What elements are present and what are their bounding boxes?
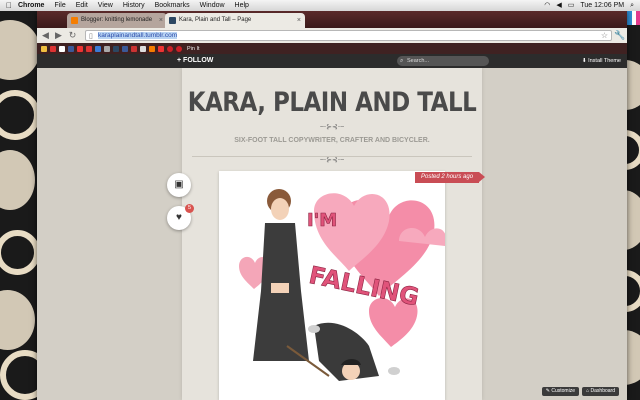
woman-face xyxy=(271,198,289,220)
reload-icon[interactable]: ↻ xyxy=(67,30,78,41)
download-icon: ⬇ xyxy=(581,58,587,64)
follow-label: FOLLOW xyxy=(183,57,214,64)
post-illustration[interactable]: I'M FALLING xyxy=(219,171,445,400)
pinterest-icon[interactable] xyxy=(167,45,173,52)
wifi-icon[interactable]: ◠ xyxy=(544,0,550,11)
menu-view[interactable]: View xyxy=(98,0,113,11)
tab-label: Blogger: knitting lemonade xyxy=(81,17,153,23)
wrench-menu-icon[interactable]: 🔧 xyxy=(614,30,625,41)
woman-hands xyxy=(271,283,289,293)
wallpaper-flower xyxy=(0,150,35,210)
address-url[interactable]: karaplainandtall.tumblr.com xyxy=(98,32,178,39)
volume-icon[interactable]: ◀ xyxy=(556,0,561,11)
photo-post-type-button[interactable]: ▣ xyxy=(167,173,191,197)
bookmark-icon[interactable] xyxy=(68,45,74,52)
bookmark-icon[interactable] xyxy=(131,45,137,52)
customize-button[interactable]: ✎ Customize xyxy=(541,387,579,396)
menu-clock[interactable]: Tue 12:06 PM xyxy=(580,0,624,11)
tumblr-search-input[interactable]: ⌕ Search... xyxy=(397,56,489,66)
blog-title[interactable]: KARA, PLAIN AND TALL xyxy=(182,88,482,118)
bookmark-icon[interactable] xyxy=(59,45,65,52)
dashboard-label: Dashboard xyxy=(590,388,615,394)
search-placeholder: Search... xyxy=(407,58,430,64)
home-icon: ⌂ xyxy=(586,388,590,394)
image-icon: ▣ xyxy=(174,179,184,190)
tumblr-controls-bar: + FOLLOW ⌕ Search... ⬇ Install Theme xyxy=(37,54,627,68)
browser-toolbar: ◀ ▶ ↻ ▯ karaplainandtall.tumblr.com ☆ 🔧 xyxy=(37,28,627,43)
blogger-favicon-icon xyxy=(71,17,78,24)
bookmark-icon[interactable] xyxy=(86,45,92,52)
wrench-icon: ✎ xyxy=(545,388,550,394)
bookmark-icon[interactable] xyxy=(104,45,110,52)
bookmark-icon[interactable] xyxy=(113,45,119,52)
customize-label: Customize xyxy=(551,388,575,394)
notes-count-badge: 5 xyxy=(185,204,194,213)
back-icon[interactable]: ◀ xyxy=(40,30,51,41)
bookmark-icon[interactable] xyxy=(50,45,56,52)
bookmark-icon[interactable] xyxy=(77,45,83,52)
divider-ornament-icon: ~⋅⊱⊰⋅~ xyxy=(319,157,345,164)
spotlight-icon[interactable]: ⌕ xyxy=(630,0,634,11)
wallpaper-flower xyxy=(0,290,35,350)
post-card: I'M FALLING xyxy=(219,171,445,400)
close-tab-icon[interactable]: × xyxy=(297,13,301,28)
menu-help[interactable]: Help xyxy=(235,0,249,11)
posted-time-tag[interactable]: Posted 2 hours ago xyxy=(415,172,486,183)
bookmarks-bar: Pin It xyxy=(37,43,627,54)
notes-button[interactable]: ♥ 5 xyxy=(167,204,194,230)
bookmark-icon[interactable] xyxy=(122,45,128,52)
bookmark-icon[interactable] xyxy=(140,45,146,52)
forward-icon[interactable]: ▶ xyxy=(53,30,64,41)
menu-file[interactable]: File xyxy=(54,0,65,11)
pinterest-icon[interactable] xyxy=(176,45,182,52)
bookmark-icon[interactable] xyxy=(158,45,164,52)
tab-strip: Blogger: knitting lemonade × Kara, Plain… xyxy=(37,11,627,28)
wallpaper-flower xyxy=(0,230,40,275)
chrome-window: Blogger: knitting lemonade × Kara, Plain… xyxy=(37,11,627,400)
menu-window[interactable]: Window xyxy=(200,0,225,11)
heart-icon: ♥ xyxy=(176,212,182,223)
blog-page: KARA, PLAIN AND TALL ~⋅⊱⊰⋅~ SIX-FOOT TAL… xyxy=(37,68,627,400)
mac-menu-bar:  Chrome File Edit View History Bookmark… xyxy=(0,0,640,11)
bookmark-icon[interactable] xyxy=(41,45,47,52)
tab-kara-plain-and-tall[interactable]: Kara, Plain and Tall – Page × xyxy=(165,13,305,28)
address-bar[interactable]: ▯ karaplainandtall.tumblr.com ☆ xyxy=(85,30,612,41)
dust-cloud xyxy=(308,325,320,333)
menu-bookmarks[interactable]: Bookmarks xyxy=(155,0,190,11)
menu-app-name[interactable]: Chrome xyxy=(18,0,44,11)
wallpaper-flower xyxy=(0,20,40,80)
blog-description: SIX-FOOT TALL COPYWRITER, CRAFTER AND BI… xyxy=(234,137,430,144)
tumblr-favicon-icon xyxy=(169,17,176,24)
install-theme-label: Install Theme xyxy=(588,58,621,64)
dashboard-button[interactable]: ⌂ Dashboard xyxy=(582,387,619,396)
search-icon: ⌕ xyxy=(400,58,404,64)
follow-button[interactable]: + FOLLOW xyxy=(177,54,213,68)
divider-ornament-icon: ~⋅⊱⊰⋅~ xyxy=(319,124,345,131)
illustration-text-im: I'M xyxy=(307,210,337,231)
bookmark-icon[interactable] xyxy=(95,45,101,52)
install-theme-button[interactable]: ⬇ Install Theme xyxy=(582,54,621,68)
tab-blogger[interactable]: Blogger: knitting lemonade × xyxy=(67,13,167,28)
apple-icon[interactable]:  xyxy=(0,0,18,11)
page-icon: ▯ xyxy=(89,33,93,40)
tab-label: Kara, Plain and Tall – Page xyxy=(179,17,252,23)
bookmark-star-icon[interactable]: ☆ xyxy=(601,31,608,40)
wallpaper-flower xyxy=(0,90,40,140)
menu-history[interactable]: History xyxy=(123,0,145,11)
bookmark-icon[interactable] xyxy=(149,45,155,52)
close-tab-icon[interactable]: × xyxy=(159,13,163,28)
dust-cloud xyxy=(388,367,400,375)
battery-icon[interactable]: ▭ xyxy=(568,0,575,11)
pin-it-bookmark[interactable]: Pin It xyxy=(187,46,200,52)
menu-edit[interactable]: Edit xyxy=(76,0,88,11)
